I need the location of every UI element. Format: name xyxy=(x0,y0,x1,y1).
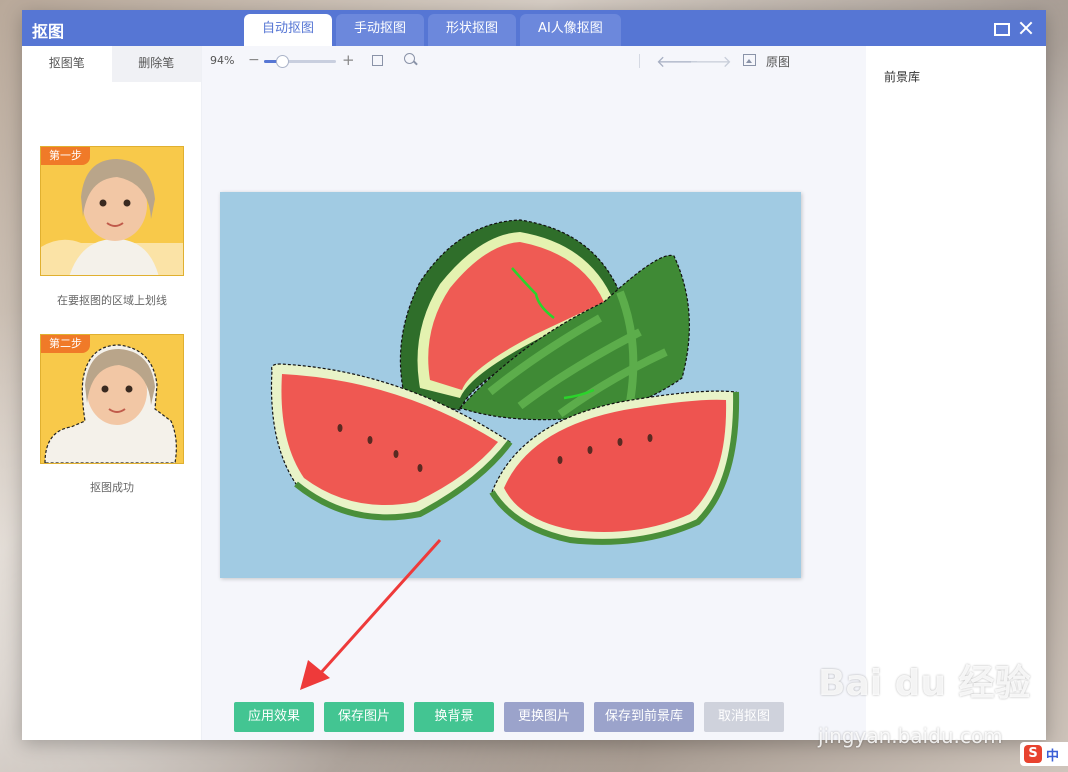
ime-language-label: 中 xyxy=(1046,749,1060,764)
ime-indicator[interactable]: S 中 xyxy=(1020,742,1068,766)
baidu-watermark-url: jingyan.baidu.com xyxy=(818,724,1003,748)
sogou-ime-icon: S xyxy=(1024,745,1042,763)
baidu-watermark: Bai du 经验 xyxy=(818,663,1031,704)
